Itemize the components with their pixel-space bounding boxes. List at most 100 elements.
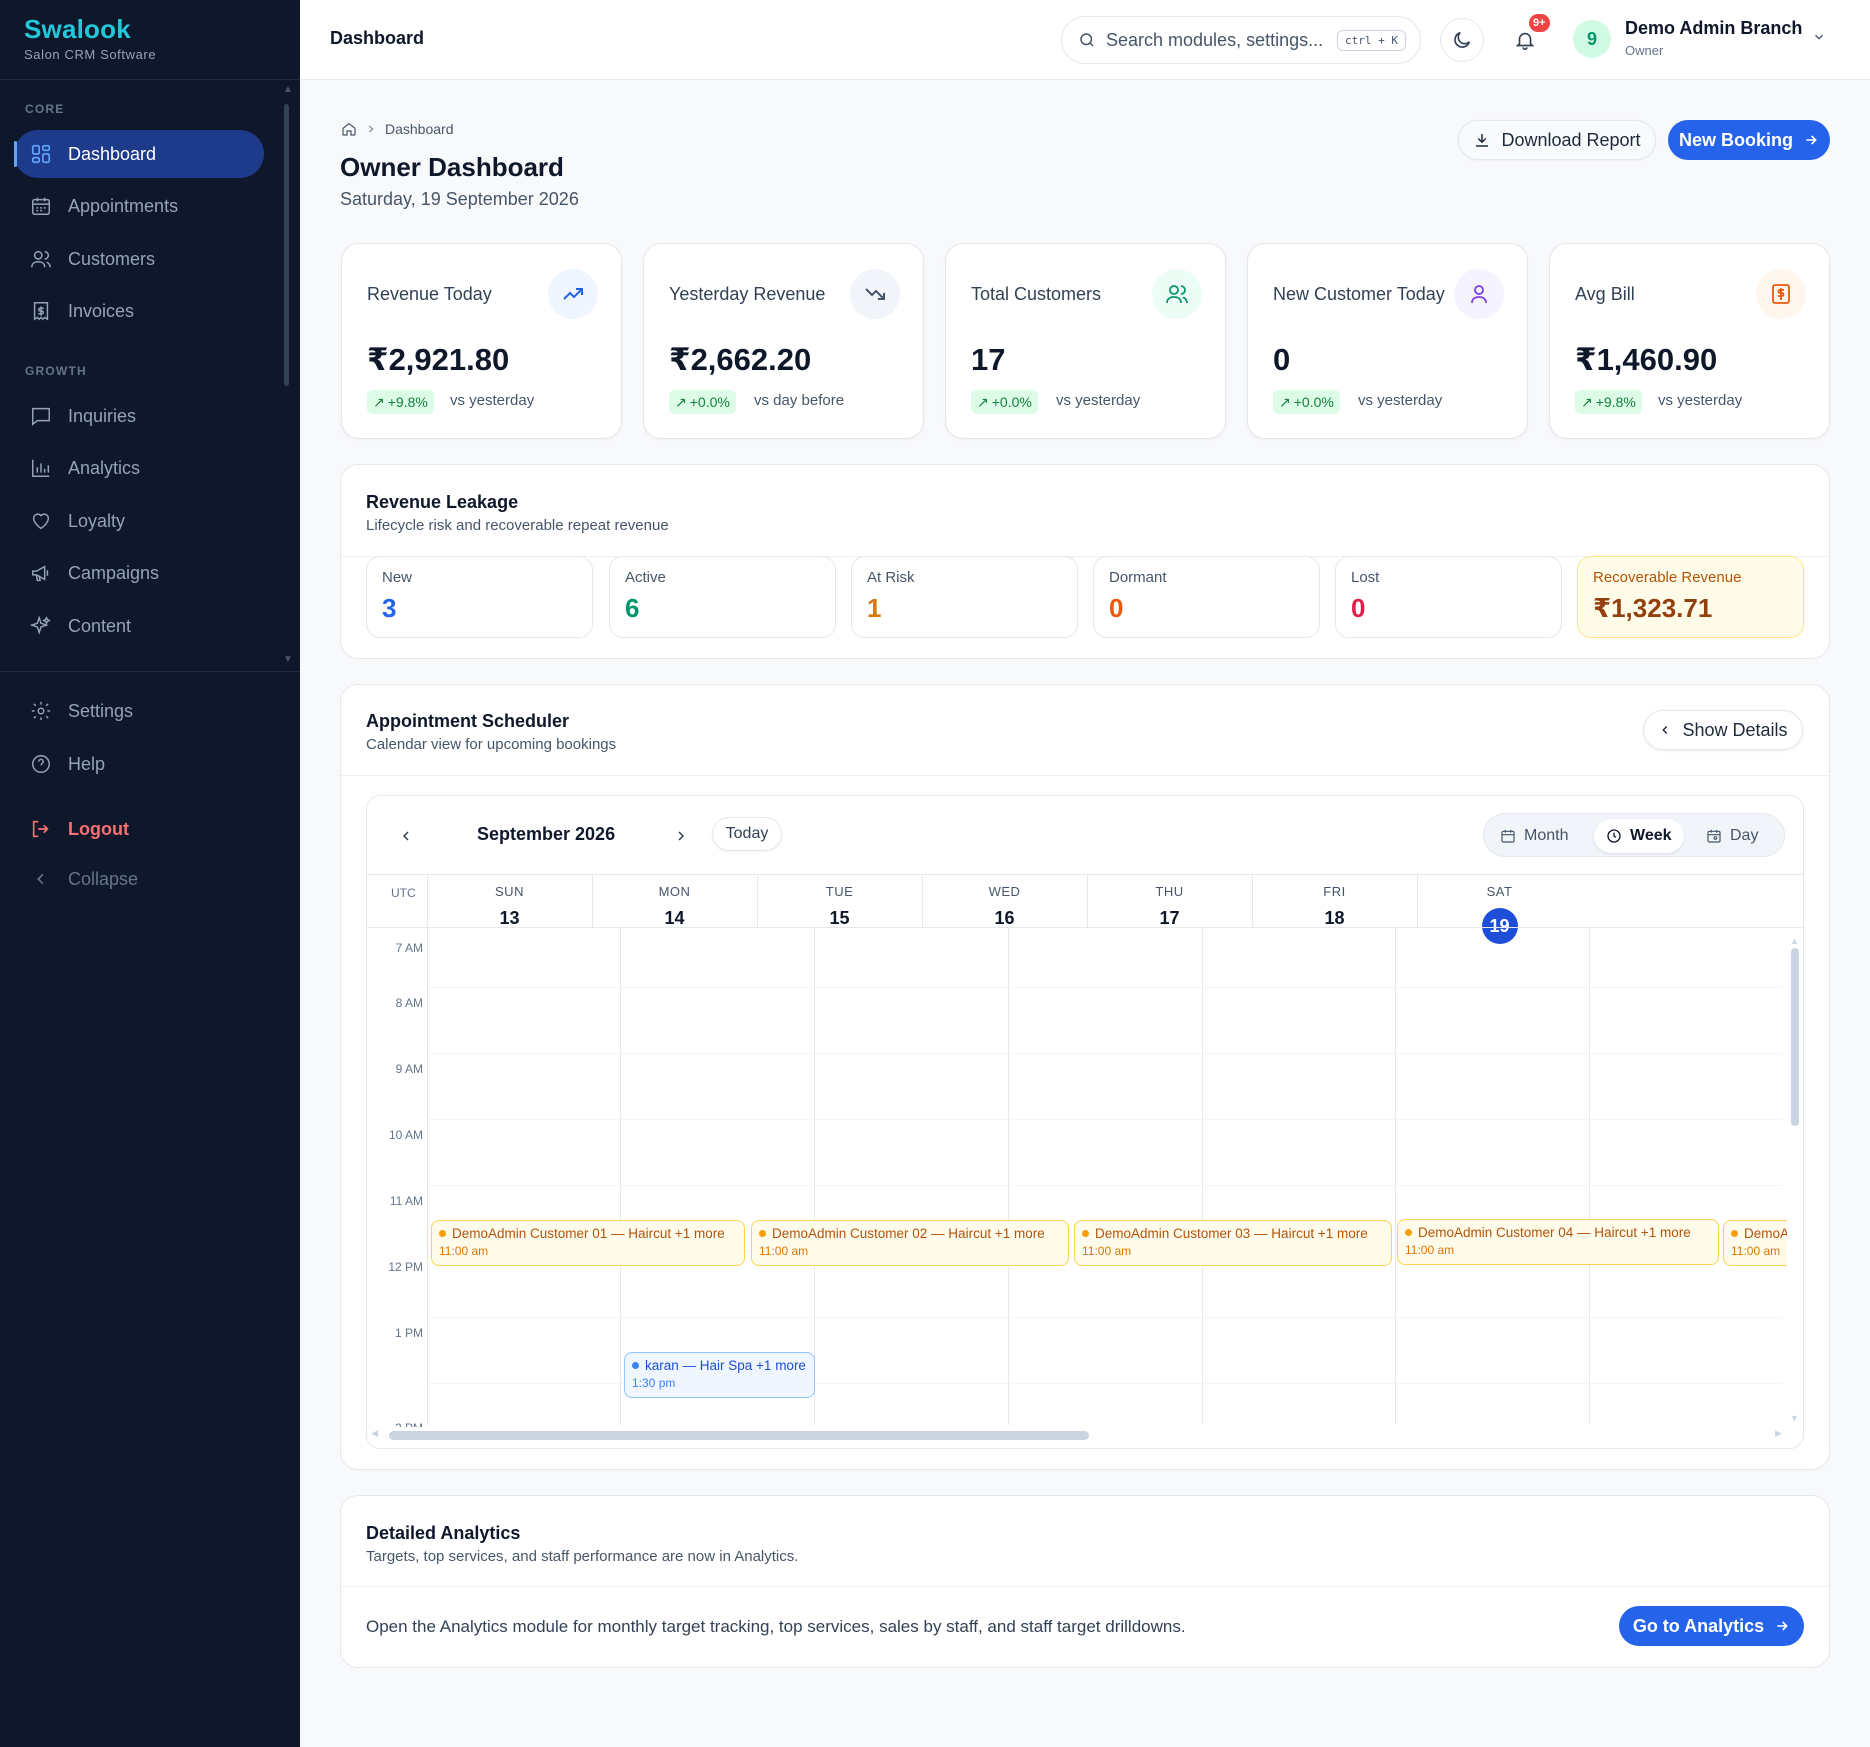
new-booking-button[interactable]: New Booking [1668,120,1830,160]
users-icon [31,250,51,268]
day-header-thu[interactable]: THU 17 [1087,884,1252,944]
appointment-event[interactable]: DemoAdmin Customer 04 — Haircut +1 more … [1397,1219,1719,1265]
sidebar-item-campaigns[interactable]: Campaigns [14,549,264,597]
trending-up-icon [548,269,598,319]
sidebar-item-dashboard[interactable]: Dashboard [14,130,264,178]
hour-line [427,987,1782,988]
leakage-stat-lost[interactable]: Lost 0 [1335,556,1562,638]
sidebar-item-help[interactable]: Help [14,740,264,788]
view-week-button[interactable]: Week [1594,819,1684,853]
column-divider [1417,874,1418,927]
event-dot [759,1230,766,1237]
day-header-sat[interactable]: SAT 19 [1417,884,1582,944]
appointment-event[interactable]: DemoAdmin Customer 03 — Haircut +1 more … [1074,1220,1392,1266]
grid-column-line [1202,927,1203,1425]
receipt-icon [33,302,49,321]
view-month-button[interactable]: Month [1488,819,1580,853]
leakage-value: 0 [1351,593,1366,623]
grid-column-line [1395,927,1396,1425]
leakage-label: Active [625,569,666,586]
sidebar-item-inquiries[interactable]: Inquiries [14,392,264,440]
show-details-button[interactable]: Show Details [1643,710,1803,750]
day-number: 13 [499,908,520,928]
sidebar-item-loyalty[interactable]: Loyalty [14,497,264,545]
clock-icon [1607,829,1621,843]
gear-icon [31,701,51,721]
scroll-up-icon[interactable]: ▲ [283,84,293,95]
calendar-vertical-scrollbar[interactable] [1791,948,1799,1126]
home-icon[interactable] [341,121,357,137]
hour-label: 12 PM [388,1260,423,1274]
download-report-button[interactable]: Download Report [1458,120,1656,160]
appointment-event[interactable]: karan — Hair Spa +1 more 1:30 pm [624,1352,815,1398]
search-box[interactable]: ctrl + K [1061,16,1421,64]
scroll-right-icon[interactable]: ▶ [1775,1428,1782,1439]
kpi-change-badge: ↗ +0.0% [669,390,736,414]
appointment-event[interactable]: DemoAdmin Customer 05 — Haircut +1 more … [1723,1220,1787,1266]
sidebar-item-analytics[interactable]: Analytics [14,444,264,492]
moon-icon [1454,31,1471,48]
sidebar-scrollbar[interactable] [284,104,289,386]
sidebar-item-settings[interactable]: Settings [14,687,264,735]
sidebar-item-customers[interactable]: Customers [14,235,264,283]
leakage-stat-active[interactable]: Active 6 [609,556,836,638]
theme-toggle-button[interactable] [1440,18,1484,62]
day-header-tue[interactable]: TUE 15 [757,884,922,944]
kpi-change-badge: ↗ +0.0% [1273,390,1340,414]
go-to-analytics-button[interactable]: Go to Analytics [1619,1606,1804,1646]
appointment-event[interactable]: DemoAdmin Customer 02 — Haircut +1 more … [751,1220,1069,1266]
scroll-up-icon[interactable]: ▲ [1790,936,1799,946]
avatar[interactable]: 9 [1573,20,1611,58]
brand[interactable]: Swalook Salon CRM Software [24,14,156,62]
search-input[interactable] [1106,29,1331,51]
sparkles-icon [30,615,51,635]
card-subtitle: Calendar view for upcoming bookings [366,736,617,753]
calendar-horizontal-scrollbar[interactable] [389,1431,1089,1440]
next-week-button[interactable] [666,821,696,851]
hour-line [427,1119,1782,1120]
column-divider [592,874,593,927]
card-subtitle: Lifecycle risk and recoverable repeat re… [366,517,669,534]
leakage-stat-recoverable[interactable]: Recoverable Revenue ₹1,323.71 [1577,556,1804,638]
leakage-stat-at-risk[interactable]: At Risk 1 [851,556,1078,638]
prev-week-button[interactable] [391,821,421,851]
sidebar-item-invoices[interactable]: Invoices [14,287,264,335]
day-header-fri[interactable]: FRI 18 [1252,884,1417,944]
leakage-label: Dormant [1109,569,1167,586]
sidebar-item-label: Analytics [68,457,141,478]
kpi-compare: vs day before [754,392,845,409]
grid-column-line [1589,927,1590,1425]
today-button[interactable]: Today [712,817,782,851]
collapse-button[interactable]: Collapse [14,855,264,903]
scroll-left-icon[interactable]: ◀ [371,1428,378,1439]
scroll-down-icon[interactable]: ▼ [1790,1413,1799,1423]
view-day-button[interactable]: Day [1694,819,1770,853]
event-time: 1:30 pm [632,1376,676,1390]
user-name[interactable]: Demo Admin Branch [1625,18,1802,39]
view-switcher: Month Week Day [1483,813,1785,857]
kpi-change-badge: ↗ +0.0% [971,390,1038,414]
event-dot [632,1362,639,1369]
section-label-growth: GROWTH [25,364,87,378]
day-header-sun[interactable]: SUN 13 [427,884,592,944]
leakage-stat-dormant[interactable]: Dormant 0 [1093,556,1320,638]
search-icon [1080,33,1094,47]
scroll-down-icon[interactable]: ▼ [283,654,293,665]
heart-icon [32,513,50,530]
leakage-stat-new[interactable]: New 3 [366,556,593,638]
sidebar-item-label: Invoices [68,300,135,321]
sidebar-item-content[interactable]: Content [14,602,264,650]
sidebar-item-appointments[interactable]: Appointments [14,182,264,230]
kpi-compare: vs yesterday [1056,392,1141,409]
kpi-card: New Customer Today 0 ↗ +0.0% vs yesterday [1247,243,1528,439]
chevron-down-icon[interactable] [1812,30,1826,44]
event-title: DemoAdmin Customer 05 — Haircut +1 more [1744,1226,1787,1241]
day-header-wed[interactable]: WED 16 [922,884,1087,944]
appointment-event[interactable]: DemoAdmin Customer 01 — Haircut +1 more … [431,1220,745,1266]
day-header-mon[interactable]: MON 14 [592,884,757,944]
event-title: DemoAdmin Customer 02 — Haircut +1 more [772,1226,1045,1241]
event-time: 11:00 am [1405,1243,1455,1257]
logout-button[interactable]: Logout [14,805,264,853]
users-icon [1152,269,1202,319]
kpi-change-badge: ↗ +9.8% [367,390,434,414]
